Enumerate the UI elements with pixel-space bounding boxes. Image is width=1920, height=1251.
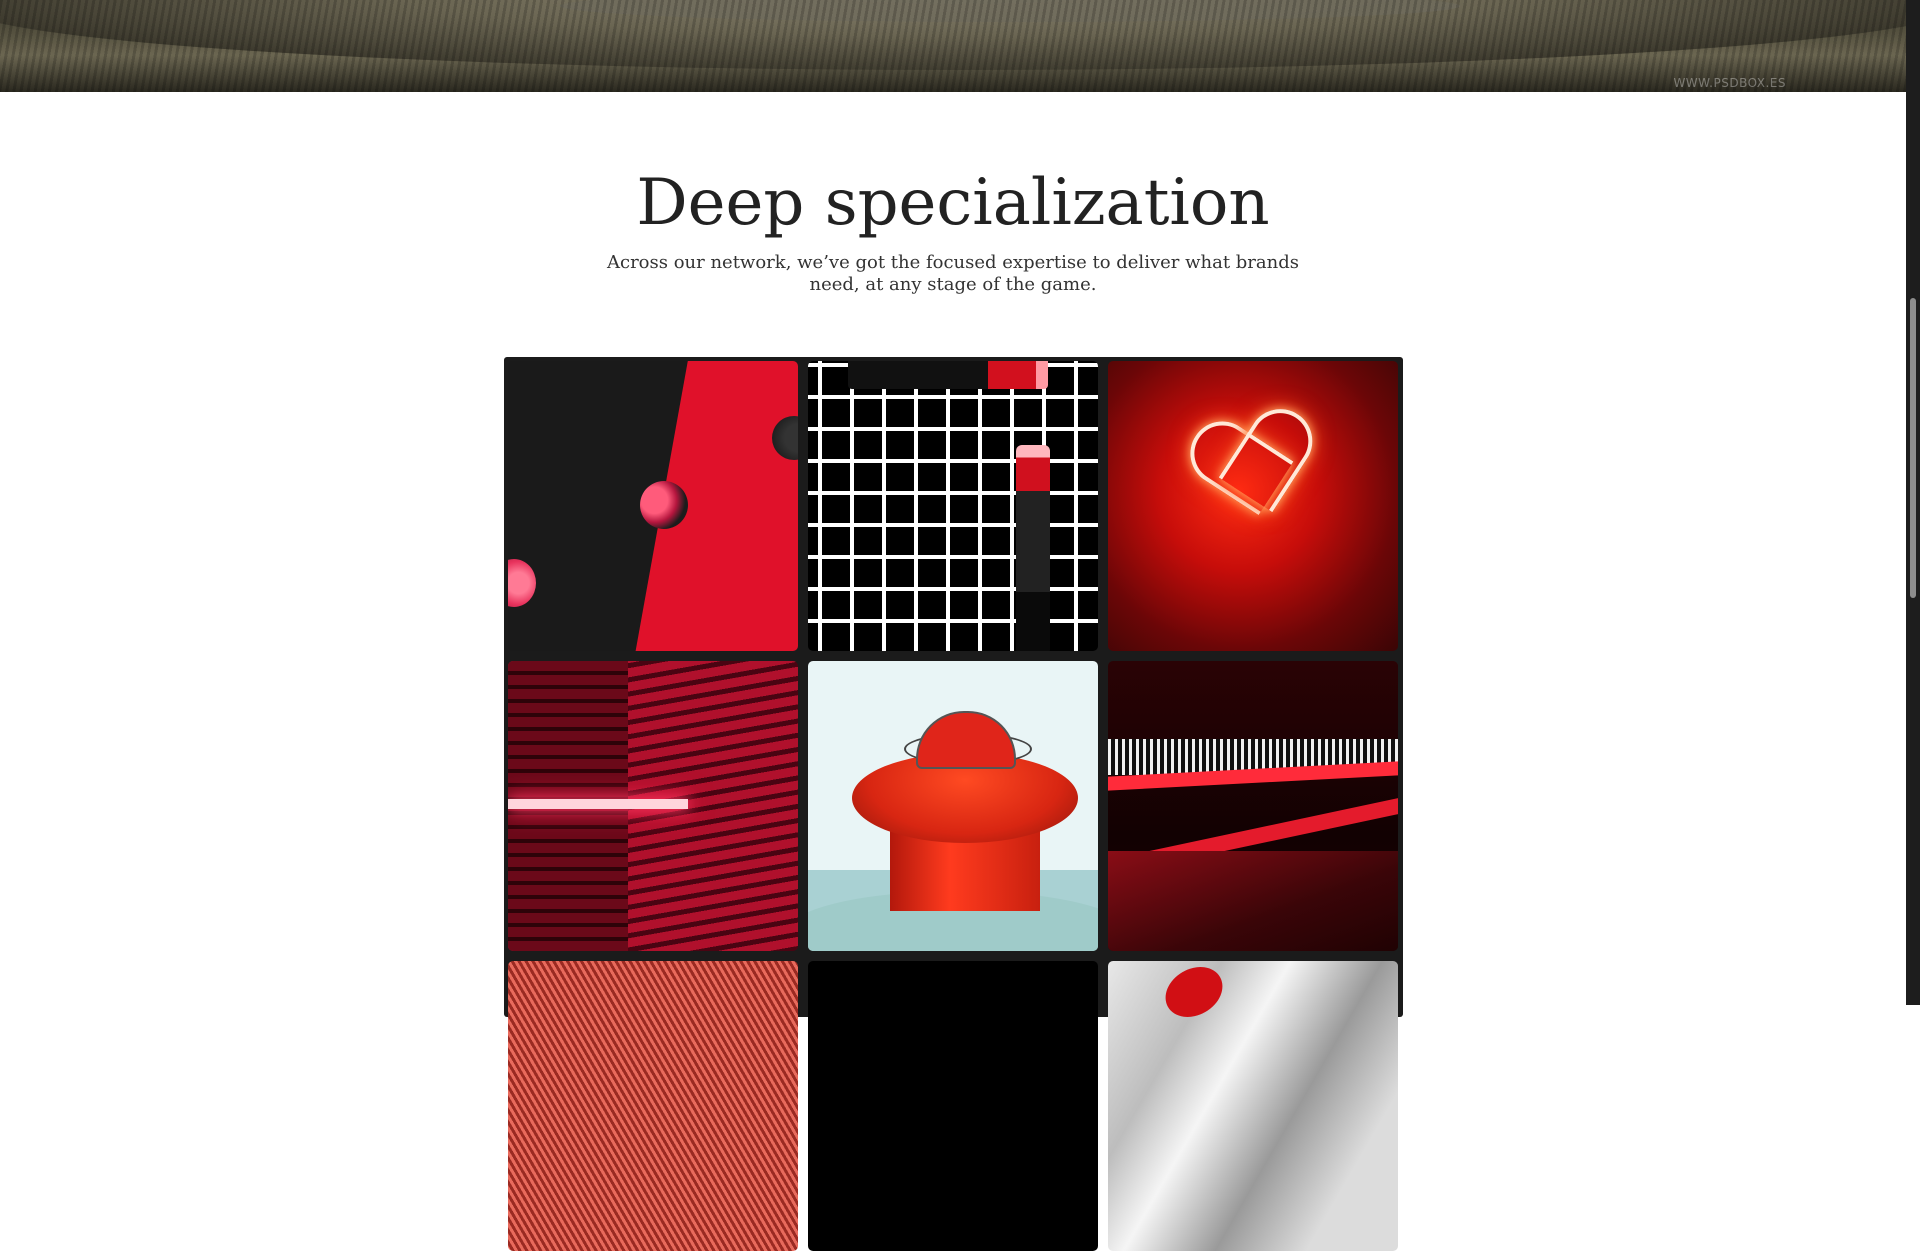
red-accent — [1156, 961, 1232, 1027]
image-gallery — [504, 357, 1403, 1251]
gallery-tile-lighthouse[interactable] — [808, 661, 1098, 951]
scrollbar-track[interactable] — [1906, 0, 1920, 1005]
gallery-tile-red-rails[interactable] — [1108, 661, 1398, 951]
section-title: Deep specialization — [636, 166, 1270, 240]
scrollbar-thumb[interactable] — [1910, 298, 1916, 598]
gallery-tile-berries[interactable] — [508, 361, 798, 651]
lighthouse-lantern — [916, 711, 1016, 769]
hero-watermark: WWW.PSDBOX.ES — [1673, 76, 1786, 90]
gallery-tile-louvers[interactable] — [508, 661, 798, 951]
gallery-tile-neon-heart[interactable] — [1108, 361, 1398, 651]
berry — [508, 559, 536, 607]
neon-bar — [508, 799, 688, 809]
berry — [640, 481, 688, 529]
section-subtitle: Across our network, we’ve got the focuse… — [606, 252, 1299, 295]
hero-texture — [0, 0, 1906, 92]
neon-heart — [1190, 409, 1320, 539]
lipstick-horizontal — [848, 361, 1048, 389]
gallery-tile-lipsticks[interactable] — [808, 361, 1098, 651]
lipstick-vertical — [1016, 445, 1050, 651]
hero-banner: WWW.PSDBOX.ES — [0, 0, 1906, 92]
floor — [1108, 851, 1398, 951]
